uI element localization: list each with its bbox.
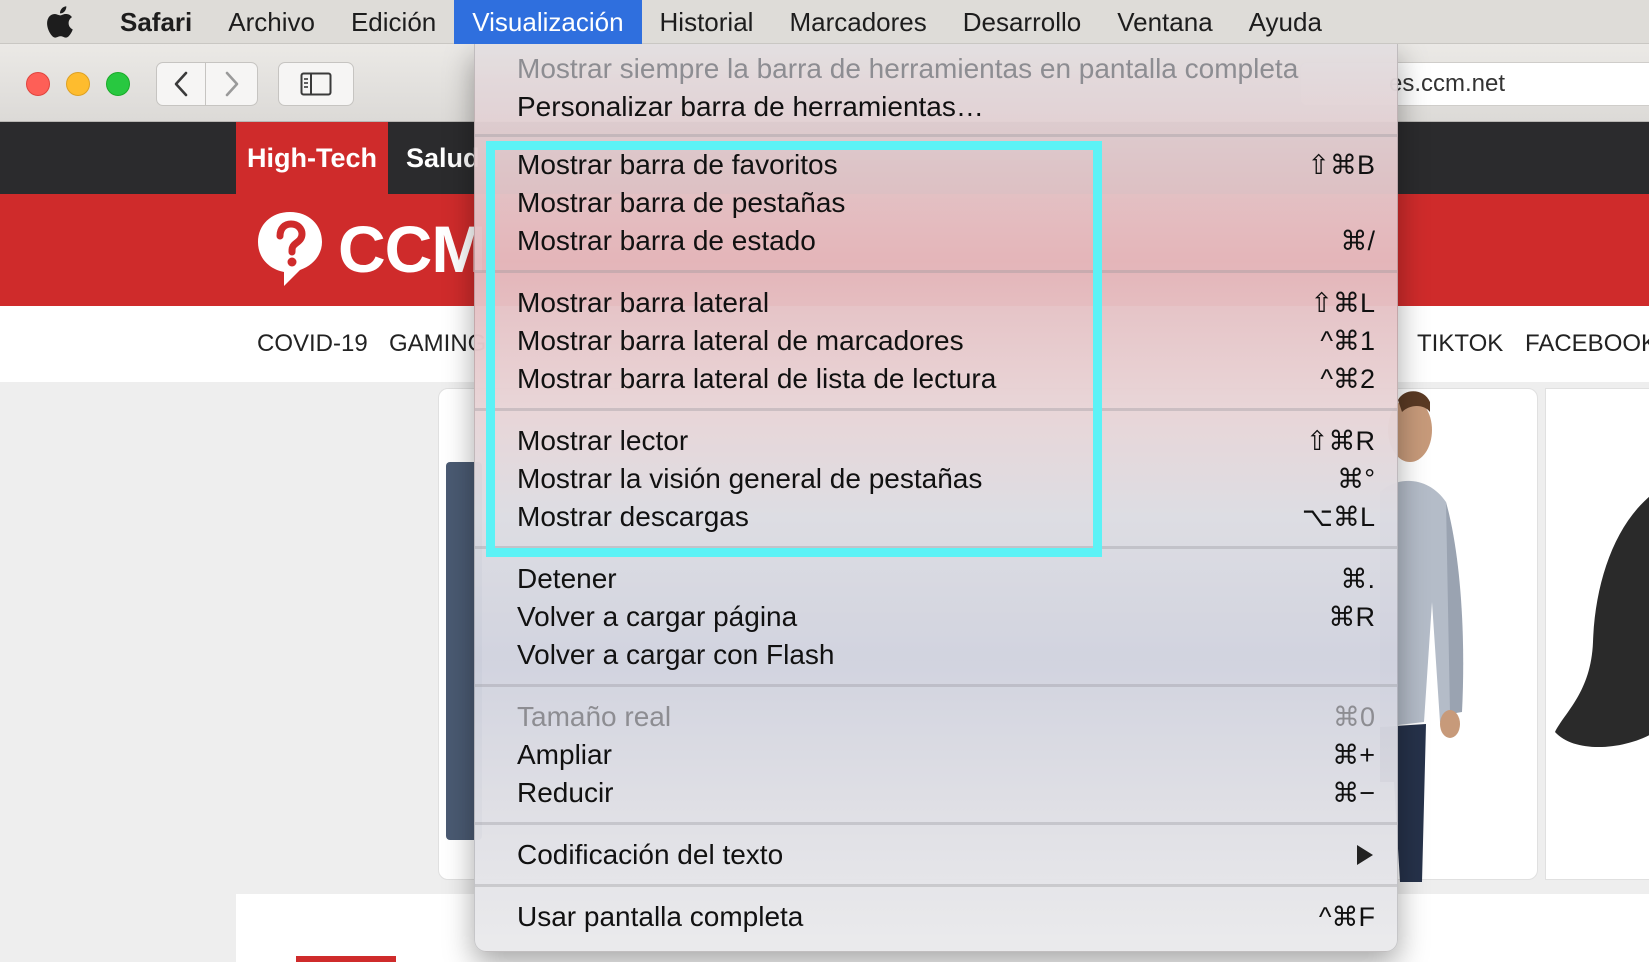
menu-separator <box>475 546 1397 549</box>
sidebar-icon <box>300 72 332 96</box>
menu-separator <box>475 884 1397 887</box>
accent-bar <box>296 956 396 962</box>
menu-item-shortcut: ⌥⌘L <box>1301 501 1375 532</box>
menu-bar: Safari Archivo Edición Visualización His… <box>0 0 1649 44</box>
menu-item-actual-size: Tamaño real ⌘0 <box>517 698 1375 736</box>
menu-item-shortcut: ⌘− <box>1332 777 1375 808</box>
menu-item-show-sidebar[interactable]: Mostrar barra lateral ⇧⌘L <box>517 284 1375 322</box>
menu-item-label: Mostrar barra de favoritos <box>517 149 838 180</box>
menu-item-zoom-in[interactable]: Ampliar ⌘+ <box>517 736 1375 774</box>
menu-separator <box>475 134 1397 137</box>
menu-item-label: Mostrar barra de pestañas <box>517 187 846 218</box>
menu-historial[interactable]: Historial <box>642 0 772 44</box>
product-image-hat <box>1555 496 1649 748</box>
menu-item-shortcut: ⌘. <box>1340 563 1375 594</box>
submenu-arrow-icon <box>1357 845 1373 865</box>
menu-item-label: Mostrar barra lateral de lista de lectur… <box>517 363 997 394</box>
menu-separator <box>475 684 1397 687</box>
ccm-logo-icon <box>258 212 322 286</box>
menu-item-show-reading-list-sidebar[interactable]: Mostrar barra lateral de lista de lectur… <box>517 360 1375 398</box>
menu-separator <box>475 408 1397 411</box>
apple-icon[interactable] <box>38 0 80 44</box>
menu-item-shortcut: ⌘R <box>1328 601 1376 632</box>
menu-separator <box>475 822 1397 825</box>
menu-desarrollo[interactable]: Desarrollo <box>945 0 1100 44</box>
menu-item-label: Usar pantalla completa <box>517 901 804 932</box>
menu-item-show-reader[interactable]: Mostrar lector ⇧⌘R <box>517 422 1375 460</box>
menu-item-stop[interactable]: Detener ⌘. <box>517 560 1375 598</box>
menu-item-shortcut: ^⌘2 <box>1320 363 1375 394</box>
menu-separator <box>475 270 1397 273</box>
tab-salud[interactable]: Salud <box>406 122 480 194</box>
menu-item-shortcut: ⇧⌘L <box>1310 287 1375 318</box>
chevron-right-icon <box>225 71 238 97</box>
menu-item-label: Reducir <box>517 777 614 808</box>
menu-item-enter-full-screen[interactable]: Usar pantalla completa ^⌘F <box>517 898 1375 936</box>
menu-archivo[interactable]: Archivo <box>210 0 333 44</box>
close-window-button[interactable] <box>26 72 50 96</box>
menu-item-show-downloads[interactable]: Mostrar descargas ⌥⌘L <box>517 498 1375 536</box>
menu-item-label: Mostrar barra lateral <box>517 287 770 318</box>
sidebar-toggle-button[interactable] <box>278 62 354 106</box>
menu-item-label: Volver a cargar con Flash <box>517 639 835 670</box>
view-menu-dropdown: Mostrar siempre la barra de herramientas… <box>474 44 1398 952</box>
menu-marcadores[interactable]: Marcadores <box>771 0 944 44</box>
back-button[interactable] <box>156 62 206 106</box>
menu-ventana[interactable]: Ventana <box>1099 0 1230 44</box>
menu-item-label: Tamaño real <box>517 701 672 732</box>
menu-item-label: Mostrar siempre la barra de herramientas… <box>517 53 1299 84</box>
menu-item-label: Mostrar descargas <box>517 501 749 532</box>
menu-item-show-tab-overview[interactable]: Mostrar la visión general de pestañas ⌘° <box>517 460 1375 498</box>
menu-item-label: Mostrar lector <box>517 425 689 456</box>
forward-button[interactable] <box>206 62 258 106</box>
menu-item-label: Detener <box>517 563 617 594</box>
menu-item-reload-page[interactable]: Volver a cargar página ⌘R <box>517 598 1375 636</box>
category-facebook[interactable]: FACEBOOK <box>1525 306 1649 382</box>
menu-item-label: Mostrar la visión general de pestañas <box>517 463 983 494</box>
menu-item-shortcut: ⇧⌘R <box>1305 425 1375 456</box>
menu-item-shortcut: ⌘° <box>1337 463 1375 494</box>
menu-item-zoom-out[interactable]: Reducir ⌘− <box>517 774 1375 812</box>
menu-item-shortcut: ⌘/ <box>1340 225 1375 256</box>
menu-item-shortcut: ⇧⌘B <box>1307 149 1375 180</box>
menu-item-shortcut: ^⌘1 <box>1320 325 1375 356</box>
category-covid-19[interactable]: COVID-19 <box>257 306 368 382</box>
menu-item-text-encoding[interactable]: Codificación del texto <box>517 836 1375 874</box>
menu-item-reload-with-flash[interactable]: Volver a cargar con Flash <box>517 636 1375 674</box>
menu-item-shortcut: ⌘+ <box>1332 739 1375 770</box>
logo-text: CCM <box>338 212 486 286</box>
tab-high-tech[interactable]: High-Tech <box>236 122 388 194</box>
menu-item-show-favorites-bar[interactable]: Mostrar barra de favoritos ⇧⌘B <box>517 146 1375 184</box>
menu-item-label: Codificación del texto <box>517 839 784 870</box>
menu-item-show-bookmarks-sidebar[interactable]: Mostrar barra lateral de marcadores ^⌘1 <box>517 322 1375 360</box>
menu-item-label: Mostrar barra de estado <box>517 225 816 256</box>
menu-item-shortcut: ^⌘F <box>1318 901 1375 932</box>
zoom-window-button[interactable] <box>106 72 130 96</box>
menu-item-always-show-toolbar-fullscreen: Mostrar siempre la barra de herramientas… <box>517 50 1375 88</box>
menu-item-label: Personalizar barra de herramientas… <box>517 91 984 122</box>
site-logo[interactable]: CCM <box>254 208 486 290</box>
menu-safari[interactable]: Safari <box>102 0 210 44</box>
menu-item-label: Mostrar barra lateral de marcadores <box>517 325 964 356</box>
menu-item-label: Volver a cargar página <box>517 601 798 632</box>
chevron-left-icon <box>174 71 188 97</box>
menu-item-show-status-bar[interactable]: Mostrar barra de estado ⌘/ <box>517 222 1375 260</box>
category-tiktok[interactable]: TIKTOK <box>1417 306 1503 382</box>
menu-item-show-tab-bar[interactable]: Mostrar barra de pestañas <box>517 184 1375 222</box>
menu-item-customize-toolbar[interactable]: Personalizar barra de herramientas… <box>517 88 1375 126</box>
menu-edicion[interactable]: Edición <box>333 0 454 44</box>
menu-item-label: Ampliar <box>517 739 612 770</box>
product-image-person <box>1380 391 1464 882</box>
menu-visualizacion[interactable]: Visualización <box>454 0 642 44</box>
menu-ayuda[interactable]: Ayuda <box>1231 0 1340 44</box>
menu-item-shortcut: ⌘0 <box>1332 701 1375 732</box>
category-gaming[interactable]: GAMING <box>389 306 486 382</box>
minimize-window-button[interactable] <box>66 72 90 96</box>
